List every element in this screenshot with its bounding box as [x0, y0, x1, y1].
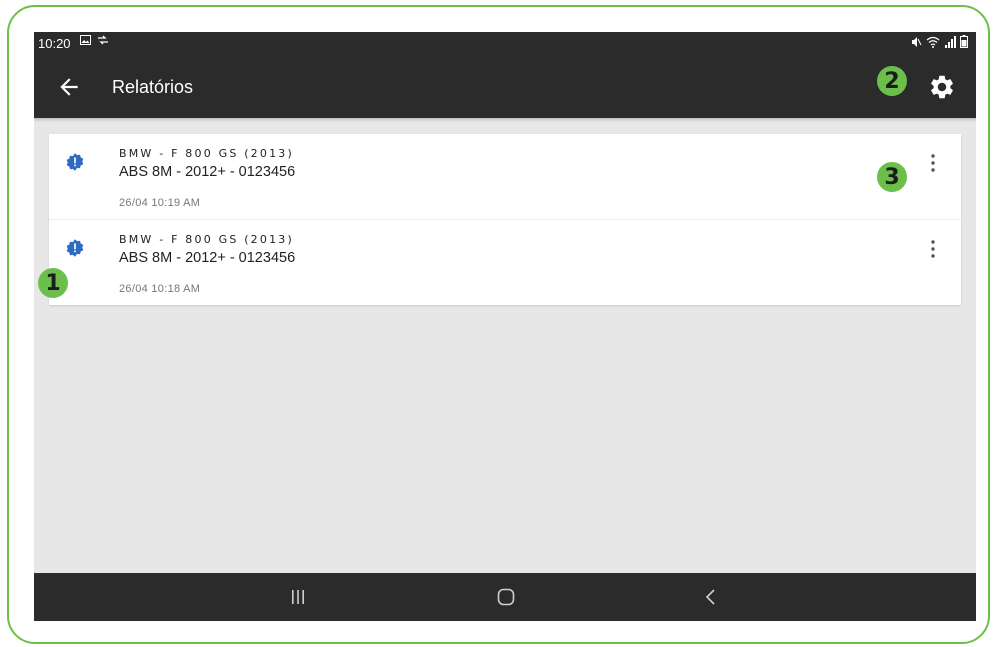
back-icon[interactable] — [704, 588, 718, 606]
battery-icon — [960, 35, 968, 48]
alert-badge-icon — [66, 153, 84, 171]
callout-badge: 1 — [38, 268, 68, 298]
report-module: ABS 8M - 2012+ - 0123456 — [119, 250, 296, 266]
status-time: 10:20 — [38, 36, 71, 51]
more-vert-icon[interactable] — [925, 238, 941, 260]
report-item[interactable]: BMW - F 800 GS (2013) ABS 8M - 2012+ - 0… — [49, 134, 961, 220]
mute-vibrate-icon — [912, 36, 922, 47]
status-bar: 10:20 — [34, 32, 976, 54]
wifi-icon — [926, 36, 940, 48]
more-vert-icon[interactable] — [925, 152, 941, 174]
callout-badge: 3 — [877, 162, 907, 192]
system-nav-bar — [34, 573, 976, 621]
report-vehicle: BMW - F 800 GS (2013) — [119, 233, 294, 246]
report-vehicle: BMW - F 800 GS (2013) — [119, 147, 294, 160]
reports-list: BMW - F 800 GS (2013) ABS 8M - 2012+ - 0… — [49, 134, 961, 305]
gear-icon[interactable] — [928, 73, 956, 101]
callout-badge: 2 — [877, 66, 907, 96]
image-icon — [80, 35, 91, 45]
signal-icon — [945, 35, 956, 48]
report-date: 26/04 10:19 AM — [119, 197, 201, 209]
app-screen: 10:20 Relatórios BMW - F 800 GS (2013) A… — [34, 32, 976, 621]
report-item[interactable]: BMW - F 800 GS (2013) ABS 8M - 2012+ - 0… — [49, 220, 961, 305]
home-icon[interactable] — [497, 588, 515, 606]
report-module: ABS 8M - 2012+ - 0123456 — [119, 164, 296, 180]
recent-apps-icon[interactable] — [289, 589, 307, 605]
page-title: Relatórios — [112, 77, 194, 97]
arrow-left-icon[interactable] — [56, 74, 82, 100]
alert-badge-icon — [66, 239, 84, 257]
report-date: 26/04 10:18 AM — [119, 283, 201, 295]
app-bar: Relatórios — [34, 54, 976, 118]
sync-icon — [98, 35, 108, 45]
